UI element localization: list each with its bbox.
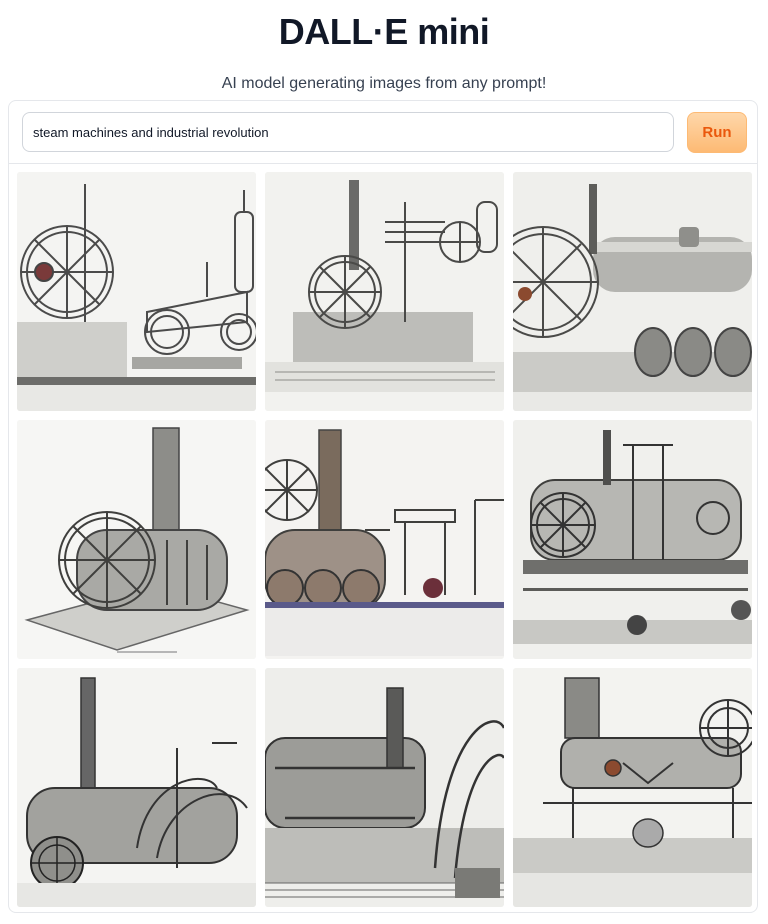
steam-engine-image (265, 668, 504, 907)
gallery-image-1[interactable] (17, 172, 256, 411)
steam-engine-image (513, 172, 752, 411)
header: DALL·E mini AI model generating images f… (0, 0, 768, 93)
gallery-image-5[interactable] (265, 420, 504, 659)
steam-engine-image (17, 668, 256, 907)
steam-engine-image (265, 172, 504, 411)
gallery-image-3[interactable] (513, 172, 752, 411)
gallery-image-6[interactable] (513, 420, 752, 659)
steam-engine-image (513, 668, 752, 907)
gallery-image-7[interactable] (17, 668, 256, 907)
gallery-image-2[interactable] (265, 172, 504, 411)
run-button[interactable]: Run (687, 112, 747, 153)
app-title: DALL·E mini (278, 11, 490, 52)
steam-engine-image (265, 420, 504, 659)
prompt-row: Run (9, 101, 757, 164)
gallery-image-4[interactable] (17, 420, 256, 659)
prompt-input[interactable] (22, 112, 674, 152)
steam-engine-image (17, 420, 256, 659)
generator-panel: Run (8, 100, 758, 913)
image-gallery (17, 172, 753, 907)
app-subtitle: AI model generating images from any prom… (221, 75, 547, 92)
steam-engine-image (17, 172, 256, 411)
steam-engine-image (513, 420, 752, 659)
gallery-image-9[interactable] (513, 668, 752, 907)
gallery-image-8[interactable] (265, 668, 504, 907)
